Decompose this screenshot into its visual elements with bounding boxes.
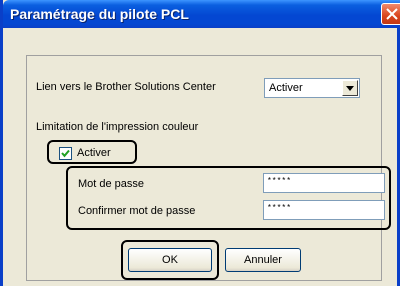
password-label: Mot de passe	[78, 178, 145, 190]
cancel-button[interactable]: Annuler	[225, 248, 301, 272]
close-button[interactable]	[381, 3, 400, 25]
chevron-down-icon	[346, 86, 354, 91]
checkmark-icon	[61, 149, 70, 158]
solutions-center-value: Activer	[269, 82, 303, 94]
confirm-password-field[interactable]: *****	[263, 200, 385, 220]
dialog-title: Paramétrage du pilote PCL	[10, 6, 189, 22]
dropdown-arrow-button[interactable]	[342, 80, 358, 96]
title-bar[interactable]: Paramétrage du pilote PCL	[3, 0, 400, 28]
password-field[interactable]: *****	[263, 173, 385, 193]
activate-checkbox-label: Activer	[77, 147, 111, 159]
confirm-password-value: *****	[267, 204, 292, 213]
dialog-window: Paramétrage du pilote PCL Lien vers le B…	[0, 0, 400, 286]
activate-checkbox[interactable]	[59, 147, 72, 160]
solutions-center-select[interactable]: Activer	[264, 78, 360, 98]
password-value: *****	[267, 177, 292, 186]
ok-button[interactable]: OK	[128, 248, 212, 272]
close-icon	[386, 8, 398, 20]
confirm-password-label: Confirmer mot de passe	[78, 205, 196, 217]
color-limit-label: Limitation de l'impression couleur	[36, 121, 199, 133]
solutions-center-label: Lien vers le Brother Solutions Center	[36, 81, 216, 93]
